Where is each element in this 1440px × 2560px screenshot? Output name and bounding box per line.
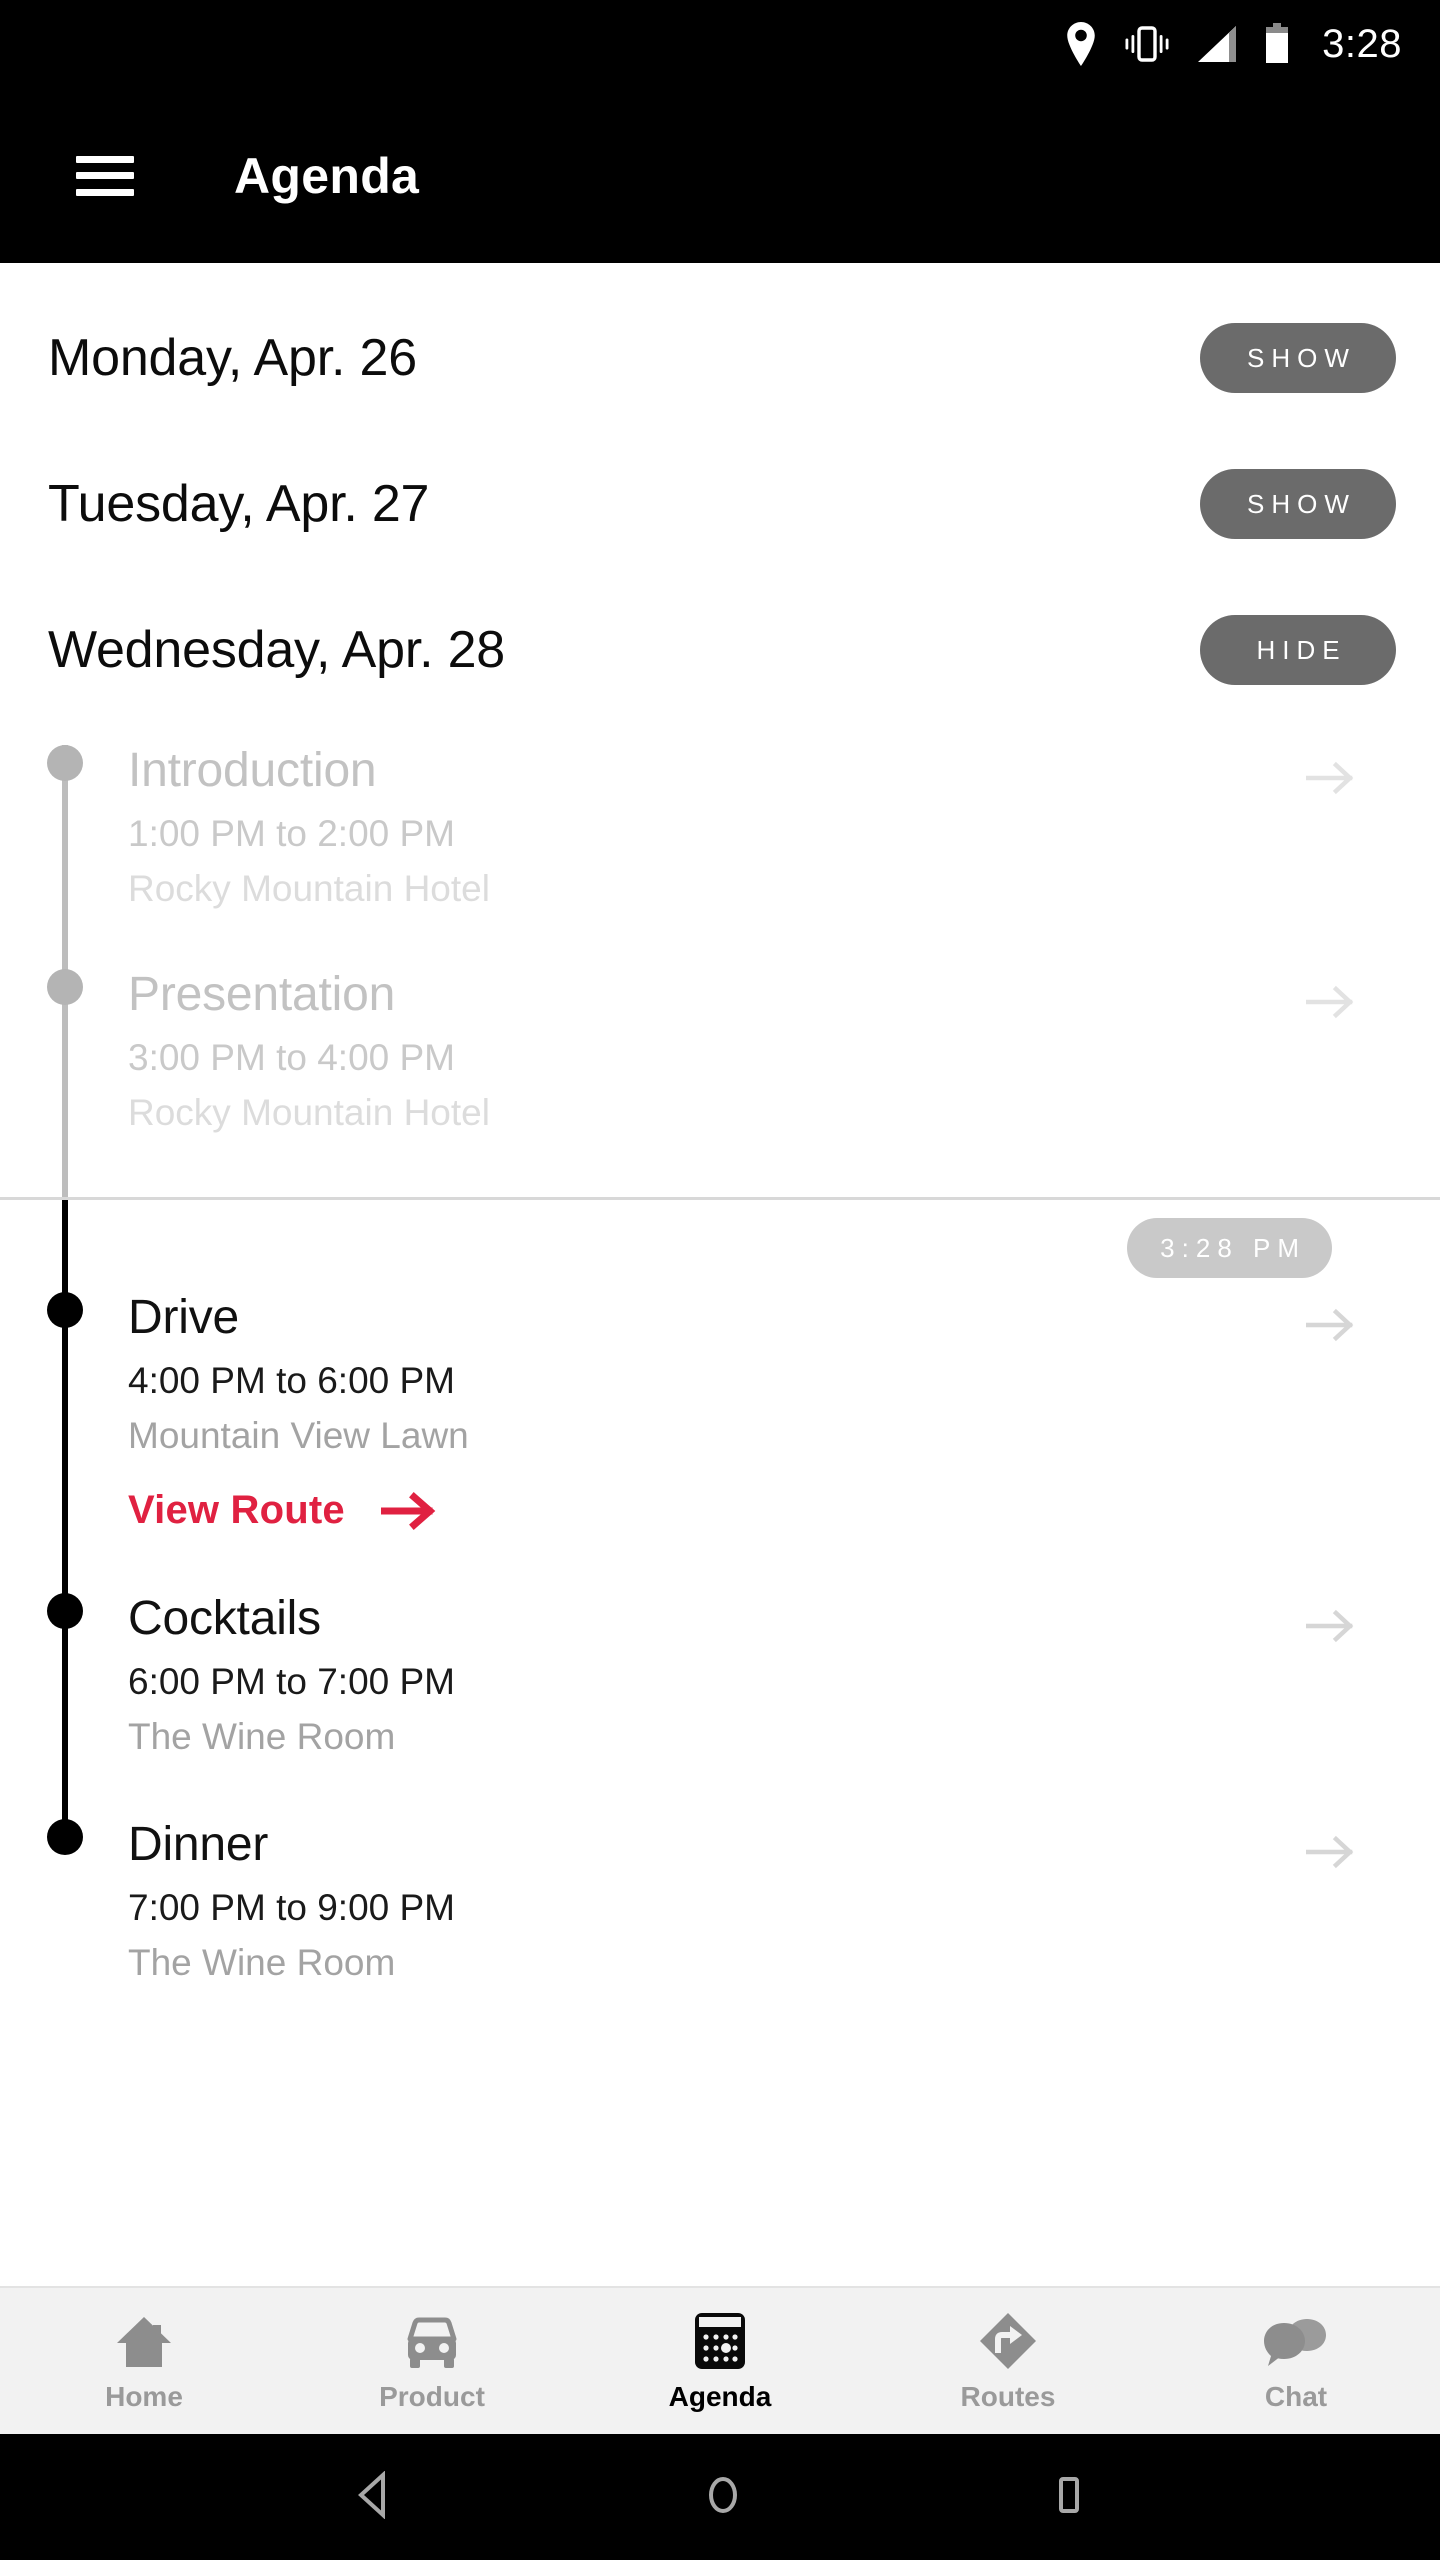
status-bar-time: 3:28: [1322, 21, 1402, 66]
day-row-wednesday[interactable]: Wednesday, Apr. 28 HIDE: [0, 577, 1440, 723]
event-row-dinner[interactable]: Dinner 7:00 PM to 9:00 PM The Wine Room: [0, 1819, 1440, 1989]
day-label: Wednesday, Apr. 28: [48, 621, 506, 679]
event-title: Presentation: [128, 968, 396, 1022]
event-row-drive[interactable]: Drive 4:00 PM to 6:00 PM Mountain View L…: [0, 1291, 1440, 1594]
timeline-rail-current: [62, 1200, 68, 1293]
nav-item-home[interactable]: Home: [0, 2309, 288, 2413]
event-time: 3:00 PM to 4:00 PM: [128, 1036, 456, 1078]
event-title: Dinner: [128, 1818, 269, 1872]
event-time: 7:00 PM to 9:00 PM: [128, 1887, 456, 1929]
nav-label: Chat: [1264, 2381, 1328, 2412]
current-time-badge: 3:28 PM: [1127, 1218, 1332, 1279]
timeline-rail: [47, 1593, 83, 1820]
timeline-dot: [47, 1819, 83, 1856]
location-pin-icon: [1064, 22, 1098, 66]
status-bar: 3:28: [0, 0, 1440, 88]
app-bar: Agenda: [0, 88, 1440, 263]
bottom-navigation-bar: Home Product Agenda Routes Chat: [0, 2286, 1440, 2434]
event-time: 4:00 PM to 6:00 PM: [128, 1359, 456, 1401]
home-circle-icon[interactable]: [700, 2471, 746, 2524]
house-icon: [115, 2309, 173, 2371]
event-row-cocktails[interactable]: Cocktails 6:00 PM to 7:00 PM The Wine Ro…: [0, 1592, 1440, 1820]
turn-right-diamond-icon: [978, 2309, 1038, 2371]
chevron-right-arrow-icon[interactable]: [1302, 1304, 1360, 1346]
event-row-presentation[interactable]: Presentation 3:00 PM to 4:00 PM Rocky Mo…: [0, 968, 1440, 1198]
day-row-monday[interactable]: Monday, Apr. 26 SHOW: [0, 285, 1440, 431]
day-row-tuesday[interactable]: Tuesday, Apr. 27 SHOW: [0, 431, 1440, 577]
event-location: Rocky Mountain Hotel: [128, 867, 490, 909]
battery-icon: [1264, 23, 1290, 65]
event-time: 6:00 PM to 7:00 PM: [128, 1661, 456, 1703]
nav-item-routes[interactable]: Routes: [864, 2309, 1152, 2413]
agenda-content: Monday, Apr. 26 SHOW Tuesday, Apr. 27 SH…: [0, 263, 1440, 2286]
recents-square-icon[interactable]: [1049, 2471, 1089, 2524]
android-system-nav: [0, 2434, 1440, 2560]
nav-label: Agenda: [668, 2381, 772, 2412]
car-icon: [400, 2309, 464, 2371]
timeline-dot: [47, 1292, 83, 1329]
speech-bubbles-icon: [1263, 2309, 1329, 2371]
timeline-rail: [47, 1292, 83, 1594]
hamburger-menu-icon[interactable]: [76, 155, 134, 196]
now-marker-row: 3:28 PM: [0, 1200, 1440, 1293]
event-location: Mountain View Lawn: [128, 1415, 469, 1457]
chevron-right-arrow-icon[interactable]: [1302, 1605, 1360, 1647]
view-route-label: View Route: [128, 1488, 345, 1533]
upcoming-events-group: Drive 4:00 PM to 6:00 PM Mountain View L…: [0, 1292, 1440, 1989]
nav-item-agenda[interactable]: Agenda: [576, 2309, 864, 2413]
event-title: Introduction: [128, 744, 377, 797]
calendar-icon: [691, 2309, 749, 2371]
day-label: Monday, Apr. 26: [48, 329, 417, 387]
timeline-rail: [47, 1819, 83, 1989]
timeline-dot: [47, 1593, 83, 1630]
event-location: The Wine Room: [128, 1942, 396, 1984]
nav-item-chat[interactable]: Chat: [1152, 2309, 1440, 2413]
event-row-introduction[interactable]: Introduction 1:00 PM to 2:00 PM Rocky Mo…: [0, 744, 1440, 970]
event-title: Cocktails: [128, 1592, 321, 1646]
chevron-right-arrow-icon[interactable]: [1302, 981, 1360, 1023]
past-events-group: Introduction 1:00 PM to 2:00 PM Rocky Mo…: [0, 723, 1440, 1198]
chevron-right-arrow-icon[interactable]: [1302, 1831, 1360, 1873]
event-location: Rocky Mountain Hotel: [128, 1092, 490, 1134]
timeline-dot: [47, 969, 83, 1006]
vibrate-icon: [1124, 24, 1170, 64]
event-time: 1:00 PM to 2:00 PM: [128, 812, 456, 854]
timeline-rail: [47, 969, 83, 1198]
event-title: Drive: [128, 1291, 240, 1345]
signal-icon: [1196, 24, 1238, 64]
nav-label: Home: [105, 2381, 183, 2412]
timeline-dot: [47, 745, 83, 781]
timeline-rail: [47, 745, 83, 970]
toggle-day-button-monday[interactable]: SHOW: [1200, 323, 1396, 393]
right-arrow-icon: [380, 1491, 437, 1530]
phone-screen: 3:28 Agenda Monday, Apr. 26 SHOW Tuesday…: [0, 0, 1440, 2560]
nav-label: Routes: [960, 2381, 1056, 2412]
nav-item-product[interactable]: Product: [288, 2309, 576, 2413]
toggle-day-button-tuesday[interactable]: SHOW: [1200, 469, 1396, 539]
back-triangle-icon[interactable]: [351, 2469, 397, 2524]
view-route-link[interactable]: View Route: [128, 1488, 1330, 1533]
toggle-day-button-wednesday[interactable]: HIDE: [1200, 615, 1396, 685]
nav-label: Product: [379, 2381, 485, 2412]
event-location: The Wine Room: [128, 1716, 396, 1758]
page-title: Agenda: [234, 147, 420, 204]
day-label: Tuesday, Apr. 27: [48, 475, 430, 533]
chevron-right-arrow-icon[interactable]: [1302, 757, 1360, 799]
